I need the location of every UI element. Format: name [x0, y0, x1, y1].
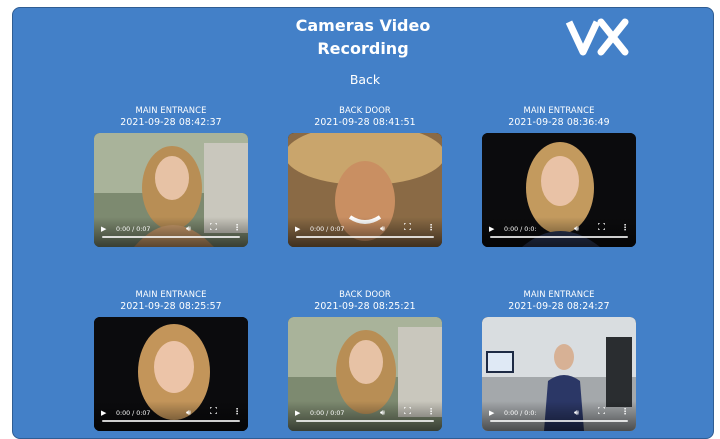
more-options-icon[interactable]: ⋮ [621, 223, 629, 232]
recording-card: BACK DOOR 2021-09-28 08:41:51 ▶ 0:00 / 0… [287, 104, 443, 247]
video-time: 0:00 / 0:07 [310, 226, 345, 233]
volume-icon[interactable]: 🔊︎ [574, 224, 579, 234]
page-title-line-1: Cameras Video [295, 16, 431, 35]
video-time: 0:00 / 0:0: [504, 410, 537, 417]
play-icon[interactable]: ▶ [295, 225, 300, 233]
more-options-icon[interactable]: ⋮ [427, 223, 435, 232]
camera-name: MAIN ENTRANCE [523, 289, 595, 299]
volume-icon[interactable]: 🔊︎ [186, 408, 191, 418]
volume-icon[interactable]: 🔊︎ [574, 408, 579, 418]
recording-timestamp: 2021-09-28 08:25:21 [314, 301, 416, 312]
page-title-line-2: Recording [317, 39, 409, 58]
more-options-icon[interactable]: ⋮ [621, 407, 629, 416]
play-icon[interactable]: ▶ [489, 225, 494, 233]
progress-bar[interactable] [296, 236, 434, 238]
recording-timestamp: 2021-09-28 08:25:57 [120, 301, 222, 312]
more-options-icon[interactable]: ⋮ [233, 407, 241, 416]
recording-card: MAIN ENTRANCE 2021-09-28 08:24:27 ▶ 0:00… [481, 288, 637, 431]
camera-name: BACK DOOR [339, 289, 391, 299]
play-icon[interactable]: ▶ [101, 409, 106, 417]
recording-timestamp: 2021-09-28 08:24:27 [508, 301, 610, 312]
app-panel: Cameras Video Recording Back MAIN ENTRAN… [12, 7, 714, 439]
volume-icon[interactable]: 🔊︎ [380, 408, 385, 418]
progress-bar[interactable] [296, 420, 434, 422]
video-player[interactable]: ▶ 0:00 / 0:07 🔊︎ ⋮ [94, 317, 248, 431]
volume-icon[interactable]: 🔊︎ [380, 224, 385, 234]
camera-name: MAIN ENTRANCE [135, 105, 207, 115]
more-options-icon[interactable]: ⋮ [233, 223, 241, 232]
recording-card: BACK DOOR 2021-09-28 08:25:21 ▶ 0:00 / 0… [287, 288, 443, 431]
more-options-icon[interactable]: ⋮ [427, 407, 435, 416]
video-controls: ▶ 0:00 / 0:0: 🔊︎ ⋮ [482, 401, 636, 431]
video-player[interactable]: ▶ 0:00 / 0:07 🔊︎ ⋮ [94, 133, 248, 247]
video-player[interactable]: ▶ 0:00 / 0:07 🔊︎ ⋮ [288, 133, 442, 247]
fullscreen-icon[interactable] [404, 407, 411, 414]
progress-bar[interactable] [490, 236, 628, 238]
video-time: 0:00 / 0:07 [116, 226, 151, 233]
camera-name: MAIN ENTRANCE [135, 289, 207, 299]
vx-logo-icon [565, 18, 629, 56]
play-icon[interactable]: ▶ [101, 225, 106, 233]
video-controls: ▶ 0:00 / 0:0: 🔊︎ ⋮ [482, 217, 636, 247]
fullscreen-icon[interactable] [210, 407, 217, 414]
play-icon[interactable]: ▶ [295, 409, 300, 417]
video-player[interactable]: ▶ 0:00 / 0:0: 🔊︎ ⋮ [482, 133, 636, 247]
fullscreen-icon[interactable] [598, 223, 605, 230]
video-controls: ▶ 0:00 / 0:07 🔊︎ ⋮ [94, 401, 248, 431]
recording-timestamp: 2021-09-28 08:42:37 [120, 117, 222, 128]
recording-card: MAIN ENTRANCE 2021-09-28 08:36:49 ▶ 0:00… [481, 104, 637, 247]
video-time: 0:00 / 0:0: [504, 226, 537, 233]
progress-bar[interactable] [102, 236, 240, 238]
camera-name: BACK DOOR [339, 105, 391, 115]
video-player[interactable]: ▶ 0:00 / 0:0: 🔊︎ ⋮ [482, 317, 636, 431]
camera-name: MAIN ENTRANCE [523, 105, 595, 115]
fullscreen-icon[interactable] [404, 223, 411, 230]
progress-bar[interactable] [102, 420, 240, 422]
recording-timestamp: 2021-09-28 08:36:49 [508, 117, 610, 128]
progress-bar[interactable] [490, 420, 628, 422]
volume-icon[interactable]: 🔊︎ [186, 224, 191, 234]
video-time: 0:00 / 0:07 [116, 410, 151, 417]
fullscreen-icon[interactable] [598, 407, 605, 414]
recording-card: MAIN ENTRANCE 2021-09-28 08:25:57 ▶ 0:00… [93, 288, 249, 431]
video-time: 0:00 / 0:07 [310, 410, 345, 417]
video-player[interactable]: ▶ 0:00 / 0:07 🔊︎ ⋮ [288, 317, 442, 431]
fullscreen-icon[interactable] [210, 223, 217, 230]
page-title: Cameras Video Recording [263, 14, 463, 60]
play-icon[interactable]: ▶ [489, 409, 494, 417]
recording-timestamp: 2021-09-28 08:41:51 [314, 117, 416, 128]
video-controls: ▶ 0:00 / 0:07 🔊︎ ⋮ [288, 401, 442, 431]
video-controls: ▶ 0:00 / 0:07 🔊︎ ⋮ [94, 217, 248, 247]
video-controls: ▶ 0:00 / 0:07 🔊︎ ⋮ [288, 217, 442, 247]
recording-card: MAIN ENTRANCE 2021-09-28 08:42:37 ▶ 0:00… [93, 104, 249, 247]
back-link[interactable]: Back [333, 72, 397, 87]
